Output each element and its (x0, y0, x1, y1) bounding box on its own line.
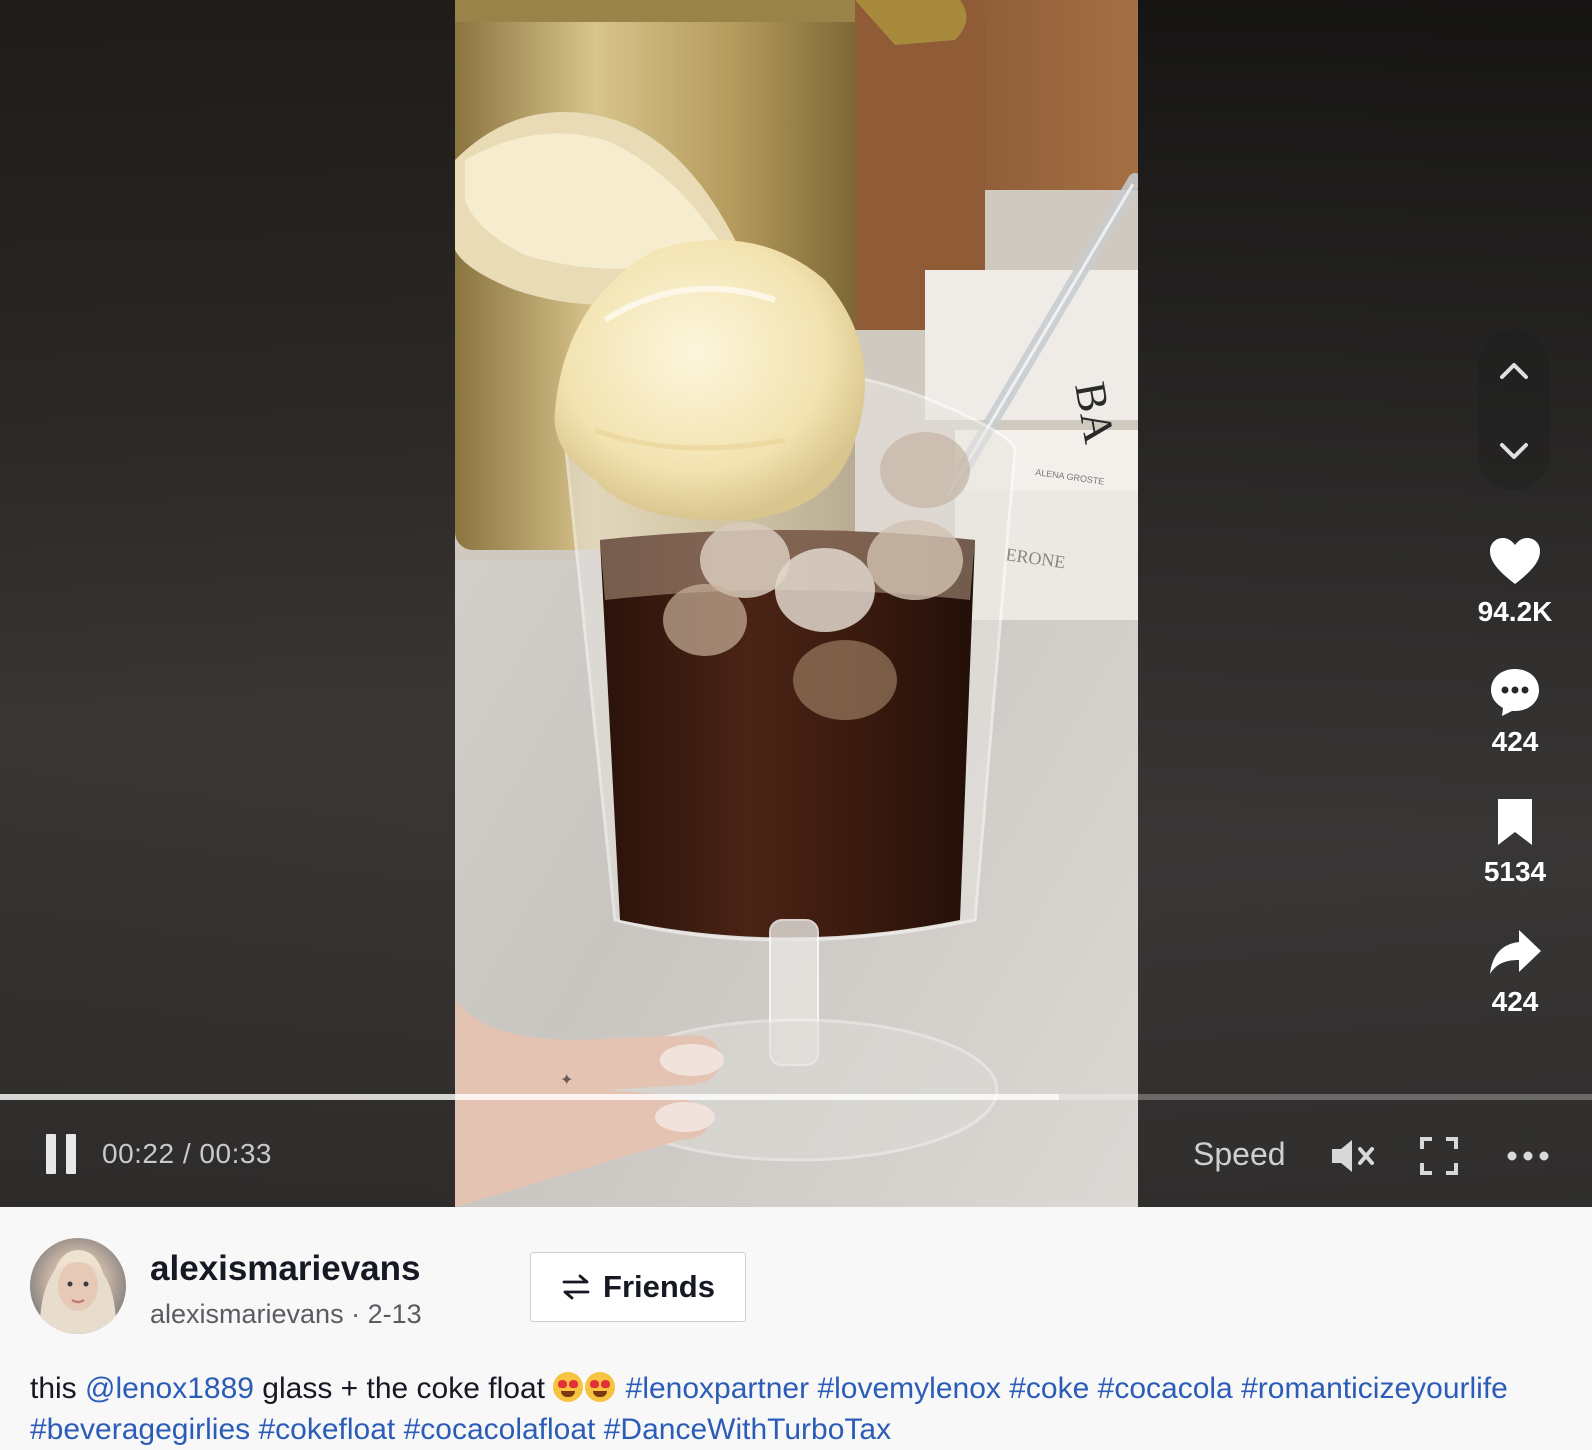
post-date: 2-13 (367, 1299, 422, 1329)
hashtag-link[interactable]: #DanceWithTurboTax (604, 1413, 891, 1446)
svg-text:BA: BA (1065, 378, 1124, 447)
pause-icon-bar (66, 1134, 76, 1174)
video-player[interactable]: BA ALENA GROSTE ERONE ✦ 00:22 / 00:33 Sp… (0, 0, 1592, 1207)
more-icon[interactable] (1506, 1146, 1550, 1166)
svg-text:✦: ✦ (560, 1072, 573, 1089)
total-duration: 00:33 (199, 1138, 272, 1169)
avatar-photo (39, 1250, 117, 1334)
like-count: 94.2K (1477, 596, 1553, 627)
hashtag-link[interactable]: #cocacola (1098, 1372, 1233, 1405)
playback-time: 00:22 / 00:33 (102, 1138, 272, 1170)
author-subline: alexismarievans · 2-13 (150, 1299, 422, 1330)
save-count: 5134 (1483, 856, 1547, 887)
hashtag-link[interactable]: #cokefloat (258, 1413, 395, 1446)
friends-button[interactable]: Friends (530, 1252, 746, 1322)
comment-count: 424 (1491, 726, 1539, 757)
hashtag-link[interactable]: #lenoxpartner (626, 1372, 809, 1405)
heart-icon[interactable] (1487, 536, 1543, 588)
comment-action: 424 (1470, 666, 1560, 758)
speed-button[interactable]: Speed (1193, 1136, 1286, 1173)
pause-icon (46, 1134, 56, 1174)
like-action: 94.2K (1470, 536, 1560, 628)
mute-icon[interactable] (1330, 1136, 1380, 1176)
friends-button-label: Friends (603, 1269, 715, 1304)
share-count: 424 (1491, 986, 1539, 1017)
chevron-up-icon[interactable] (1493, 350, 1535, 392)
time-separator: / (174, 1138, 200, 1169)
date-separator: · (343, 1299, 368, 1329)
progress-bar-fill (0, 1094, 1059, 1100)
blurred-backdrop-left (0, 0, 455, 1207)
hashtag-link[interactable]: #beveragegirlies (30, 1413, 250, 1446)
save-action: 5134 (1470, 796, 1560, 888)
author-username[interactable]: alexismarievans (150, 1249, 420, 1289)
heart-eyes-icon (585, 1372, 616, 1402)
video-content-image: BA ALENA GROSTE ERONE ✦ (455, 0, 1138, 1207)
heart-eyes-emoji (553, 1372, 617, 1405)
hashtag-link[interactable]: #coke (1009, 1372, 1089, 1405)
video-frame[interactable]: BA ALENA GROSTE ERONE ✦ (455, 0, 1138, 1207)
mention-link[interactable]: @lenox1889 (85, 1372, 254, 1405)
share-icon[interactable] (1487, 926, 1543, 978)
pause-button[interactable] (44, 1134, 80, 1174)
video-info-panel: alexismarievans alexismarievans · 2-13 F… (0, 1207, 1592, 1446)
hashtag-link[interactable]: #lovemylenox (817, 1372, 1000, 1405)
video-caption: this @lenox1889 glass + the coke float #… (30, 1368, 1570, 1450)
avatar[interactable] (30, 1238, 126, 1334)
progress-bar[interactable] (0, 1094, 1592, 1100)
comment-icon[interactable] (1487, 666, 1543, 718)
caption-text: glass + the coke float (253, 1372, 554, 1405)
current-time: 00:22 (102, 1138, 175, 1169)
hashtag-link[interactable]: #cocacolafloat (404, 1413, 596, 1446)
caption-text: this (30, 1372, 86, 1405)
fullscreen-icon[interactable] (1419, 1136, 1459, 1176)
author-handle: alexismarievans (150, 1299, 344, 1329)
bookmark-icon[interactable] (1487, 796, 1543, 848)
hashtag-link[interactable]: #romanticizeyourlife (1241, 1372, 1508, 1405)
chevron-down-icon[interactable] (1493, 430, 1535, 472)
heart-eyes-icon (553, 1372, 584, 1402)
swap-arrows-icon (562, 1274, 590, 1300)
share-action: 424 (1470, 926, 1560, 1018)
